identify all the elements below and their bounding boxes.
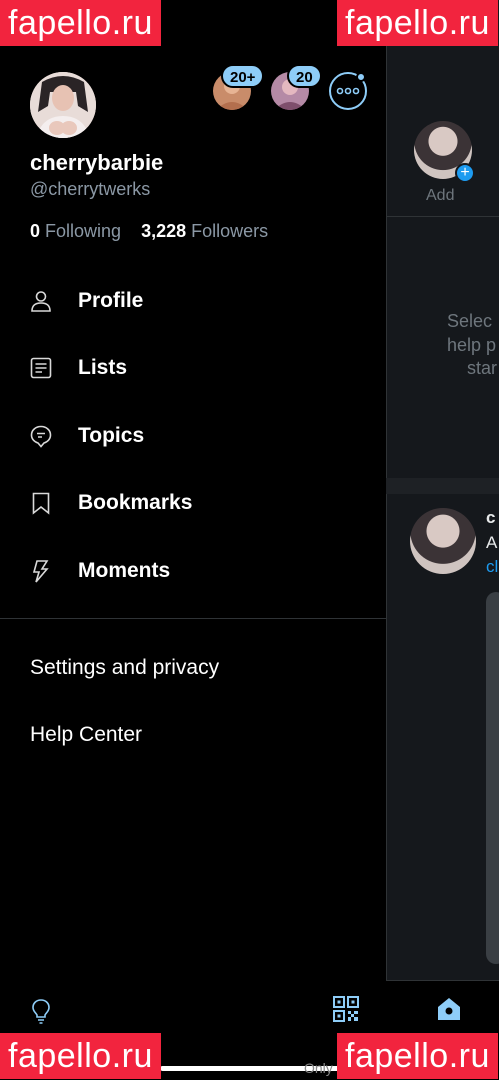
profile-avatar[interactable] [30,72,96,138]
fleet-add-plus-icon: + [455,163,475,183]
follow-stats: 0 Following 3,228 Followers [30,221,268,242]
watermark-top-left: fapello.ru [0,0,161,46]
following-link[interactable]: 0 Following [30,221,121,241]
more-dots-icon [336,87,360,95]
tweet-avatar[interactable] [410,508,476,574]
menu-item-lists[interactable]: Lists [28,346,127,390]
help-center-link[interactable]: Help Center [30,723,142,747]
tweet-text-line: A [486,533,498,552]
home-tab-icon[interactable] [436,996,462,1022]
followers-label: Followers [191,221,269,241]
drawer-edge [386,0,387,1080]
bookmark-icon [28,490,54,516]
topics-icon [28,423,54,449]
side-drawer: 20+ 20 cherrybarbie @cherrytwerks 0 Foll… [0,0,386,1080]
followers-link[interactable]: 3,228 Followers [141,221,268,241]
lists-icon [28,355,54,381]
menu-label-topics: Topics [78,424,145,447]
fleets-divider [386,216,499,217]
following-label: Following [45,221,122,241]
empty-prompt-line-2: help p [447,335,497,355]
person-icon [28,288,54,314]
menu-label-bookmarks: Bookmarks [78,491,193,514]
watermark-top-right: fapello.ru [337,0,498,46]
lightbulb-icon[interactable] [29,998,55,1024]
menu-divider [0,618,386,619]
following-count: 0 [30,221,41,241]
settings-and-privacy-link[interactable]: Settings and privacy [30,656,219,680]
menu-label-lists: Lists [78,356,128,379]
tweet-author-name: c [486,508,496,527]
watermark-bottom-right: fapello.ru [337,1033,498,1079]
tweet-media-card[interactable] [486,592,499,964]
notification-dot [356,72,366,82]
menu-item-topics[interactable]: Topics [28,414,144,458]
empty-prompt-line-3: star [467,358,498,378]
bottom-caption: Only [304,1060,333,1076]
menu-item-bookmarks[interactable]: Bookmarks [28,481,192,525]
tweet-link[interactable]: cl [486,557,498,577]
menu-label-moments: Moments [78,559,171,582]
account-1-badge: 20+ [221,64,265,88]
watermark-bottom-left: fapello.ru [0,1033,161,1079]
menu-label-profile: Profile [78,289,144,312]
empty-prompt-line-1: Selec [447,311,493,331]
account-2-badge: 20 [287,64,322,88]
fleet-add-label: Add [426,187,455,204]
followers-count: 3,228 [141,221,187,241]
qr-code-icon[interactable] [333,996,359,1022]
section-separator [386,478,499,494]
menu-item-profile[interactable]: Profile [28,279,143,323]
menu-item-moments[interactable]: Moments [28,549,170,593]
user-handle: @cherrytwerks [30,179,151,199]
display-name[interactable]: cherrybarbie [30,150,163,176]
lightning-icon [28,558,54,584]
